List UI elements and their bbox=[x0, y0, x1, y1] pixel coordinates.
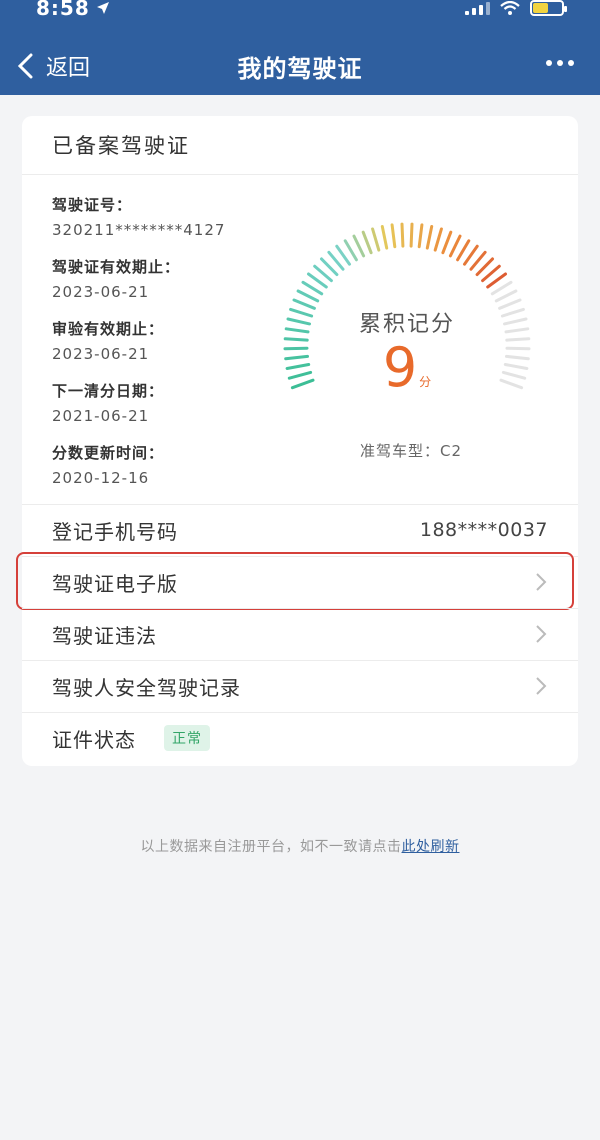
gauge-score: 9分 bbox=[262, 336, 552, 399]
row-label: 驾驶证违法 bbox=[52, 623, 157, 648]
score-value: 9 bbox=[382, 336, 418, 399]
gauge-tick bbox=[409, 222, 414, 248]
more-dot-icon bbox=[568, 60, 574, 66]
info-value: 2020-12-16 bbox=[52, 469, 150, 487]
gauge-tick bbox=[343, 239, 358, 262]
info-license-number: 驾驶证号： 320211********4127 bbox=[52, 194, 225, 239]
nav-bar: 返回 我的驾驶证 bbox=[0, 38, 600, 94]
info-label: 下一清分日期： bbox=[52, 382, 165, 400]
status-icons bbox=[465, 0, 567, 16]
divider bbox=[22, 174, 578, 175]
info-score-updated: 分数更新时间： 2020-12-16 bbox=[52, 442, 164, 487]
info-label: 驾驶证号： bbox=[52, 196, 133, 214]
gauge-tick bbox=[352, 234, 366, 258]
gauge-tick bbox=[486, 272, 507, 289]
gauge-tick bbox=[494, 289, 518, 303]
info-label: 驾驶证有效期止： bbox=[52, 258, 181, 276]
location-arrow-icon bbox=[96, 2, 109, 14]
phone-label: 登记手机号码 bbox=[52, 519, 178, 544]
wifi-icon bbox=[500, 1, 520, 15]
highlight-box bbox=[16, 552, 574, 610]
gauge-tick bbox=[400, 222, 405, 248]
card-title: 已备案驾驶证 bbox=[52, 134, 190, 158]
chevron-right-icon bbox=[536, 625, 547, 643]
gauge-tick bbox=[417, 223, 424, 249]
gauge-tick bbox=[390, 223, 397, 249]
refresh-link[interactable]: 此处刷新 bbox=[402, 839, 460, 855]
more-dot-icon bbox=[546, 60, 552, 66]
page-title: 我的驾驶证 bbox=[237, 54, 363, 83]
info-value: 2023-06-21 bbox=[52, 345, 150, 363]
back-button[interactable]: 返回 bbox=[16, 48, 90, 84]
chevron-right-icon bbox=[536, 677, 547, 695]
signal-icon bbox=[465, 1, 490, 15]
gauge-tick bbox=[490, 280, 513, 296]
more-dot-icon bbox=[557, 60, 563, 66]
more-button[interactable] bbox=[546, 60, 574, 66]
chevron-left-icon bbox=[17, 53, 33, 79]
gauge-tick bbox=[441, 230, 453, 255]
battery-icon bbox=[530, 0, 567, 16]
info-value: 2023-06-21 bbox=[52, 283, 150, 301]
phone-value: 188****0037 bbox=[419, 519, 548, 541]
info-label: 分数更新时间： bbox=[52, 444, 165, 462]
footnote: 以上数据来自注册平台，如不一致请点击此处刷新 bbox=[0, 836, 600, 856]
phone-row: 登记手机号码 188****0037 bbox=[22, 504, 578, 556]
info-value: 2021-06-21 bbox=[52, 407, 150, 425]
info-next-clear-date: 下一清分日期： 2021-06-21 bbox=[52, 380, 164, 425]
gauge-tick bbox=[307, 272, 328, 289]
score-gauge: 累积记分 9分 bbox=[262, 216, 552, 476]
status-bar: 8:58 bbox=[0, 0, 600, 24]
back-label: 返回 bbox=[46, 56, 91, 81]
status-label: 证件状态 bbox=[52, 727, 136, 752]
row-label: 驾驶人安全驾驶记录 bbox=[52, 675, 241, 700]
gauge-tick bbox=[456, 239, 471, 262]
row-violations[interactable]: 驾驶证违法 bbox=[22, 608, 578, 660]
gauge-tick bbox=[380, 225, 389, 250]
header: 8:58 返回 我的驾驶证 bbox=[0, 0, 600, 95]
info-license-expiry: 驾驶证有效期止： 2023-06-21 bbox=[52, 256, 180, 301]
license-card: 已备案驾驶证 驾驶证号： 320211********4127 驾驶证有效期止：… bbox=[16, 116, 578, 766]
gauge-tick bbox=[335, 244, 351, 266]
row-safe-driving[interactable]: 驾驶人安全驾驶记录 bbox=[22, 660, 578, 712]
info-label: 审验有效期止： bbox=[52, 320, 165, 338]
status-badge: 正常 bbox=[164, 725, 210, 751]
car-type: 准驾车型：C2 bbox=[360, 442, 463, 460]
status-time-text: 8:58 bbox=[36, 0, 90, 20]
gauge-tick bbox=[371, 227, 381, 252]
status-row: 证件状态 正常 bbox=[22, 712, 578, 764]
gauge-tick bbox=[463, 244, 479, 266]
gauge-tick bbox=[448, 234, 462, 258]
gauge-tick bbox=[425, 225, 434, 250]
footnote-text: 以上数据来自注册平台，如不一致请点击 bbox=[140, 839, 402, 855]
gauge-tick bbox=[296, 289, 320, 303]
info-review-expiry: 审验有效期止： 2023-06-21 bbox=[52, 318, 164, 363]
gauge-label: 累积记分 bbox=[358, 312, 455, 337]
gauge-tick bbox=[301, 280, 324, 296]
status-time: 8:58 bbox=[36, 0, 110, 20]
score-unit: 分 bbox=[419, 375, 432, 389]
info-value: 320211********4127 bbox=[52, 221, 226, 239]
gauge-tick bbox=[361, 230, 373, 255]
gauge-tick bbox=[433, 227, 443, 252]
